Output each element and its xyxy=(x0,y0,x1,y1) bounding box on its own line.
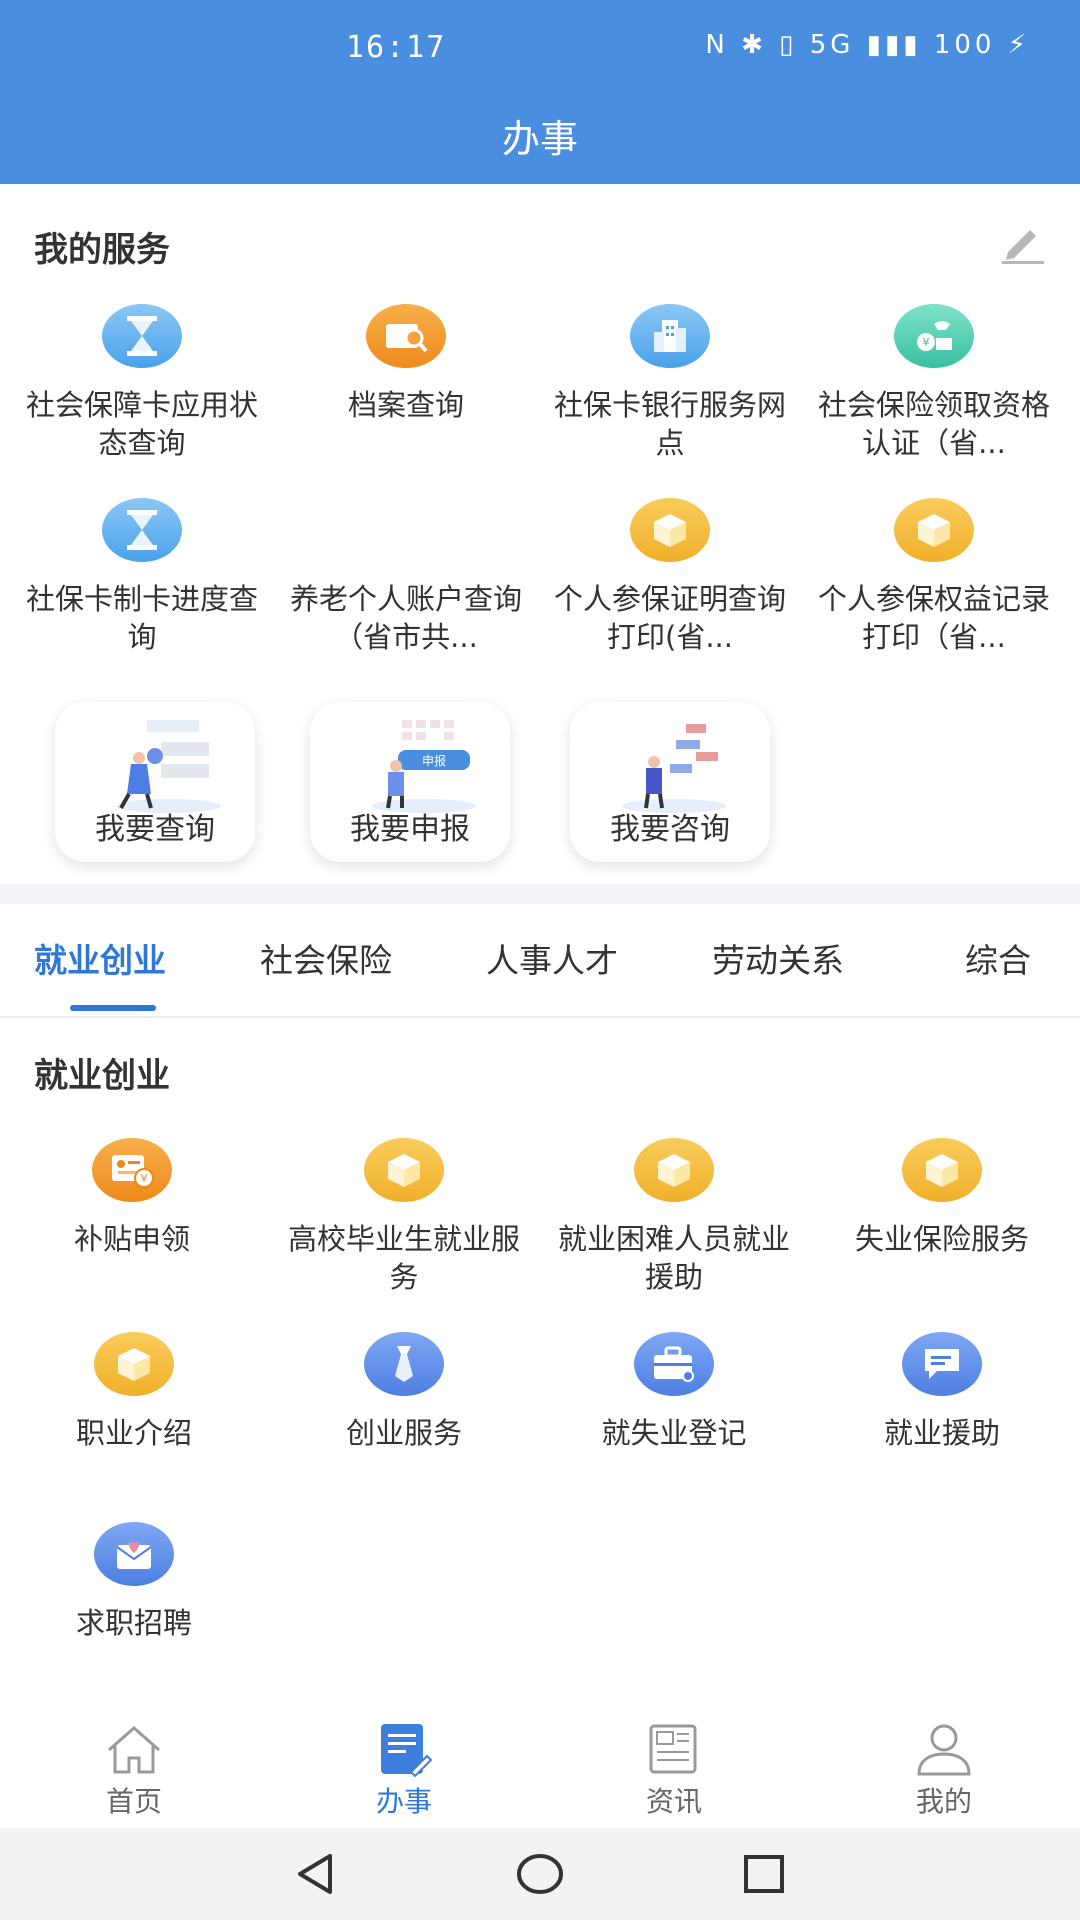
heart-envelope-icon xyxy=(94,1522,174,1586)
declare-tag: 申报 xyxy=(422,753,446,768)
tab-comprehensive[interactable]: 综合 xyxy=(965,934,1031,982)
briefcase-icon xyxy=(634,1332,714,1396)
home-icon xyxy=(108,1726,160,1774)
card-query[interactable]: 我要查询 xyxy=(55,702,255,862)
nav-home[interactable]: 首页 xyxy=(64,1722,204,1820)
chat-icon xyxy=(902,1332,982,1396)
service-label: 就失业登记 xyxy=(601,1416,747,1450)
service-archive-query[interactable]: 档案查询 xyxy=(274,304,538,424)
my-services-title: 我的服务 xyxy=(34,230,170,270)
service-label: 职业介绍 xyxy=(75,1416,192,1450)
page-title: 办事 xyxy=(501,117,578,161)
service-social-card-status[interactable]: 社会保障卡应用状态查询 xyxy=(10,304,274,462)
service-label: 高校毕业生就业服务 xyxy=(287,1222,520,1294)
service-employment-registration[interactable]: 就失业登记 xyxy=(542,1332,806,1452)
box-icon xyxy=(634,1138,714,1202)
tab-employment[interactable]: 就业创业 xyxy=(34,934,166,982)
status-bar: 16:17 N ✱ ▯ 5G ▮▮▮ 100 ⚡ xyxy=(0,30,1080,70)
status-time: 16:17 xyxy=(346,30,447,65)
service-label: 就业援助 xyxy=(883,1416,1000,1450)
box-icon xyxy=(894,498,974,562)
box-icon xyxy=(94,1332,174,1396)
service-label: 社保卡银行服务网点 xyxy=(553,388,786,460)
hourglass-icon xyxy=(102,304,182,368)
service-hardship-assistance[interactable]: 就业困难人员就业援助 xyxy=(542,1138,806,1296)
service-label: 补贴申领 xyxy=(73,1222,190,1256)
back-icon[interactable] xyxy=(294,1852,336,1896)
tab-personnel-talent[interactable]: 人事人才 xyxy=(486,934,618,982)
box-icon xyxy=(902,1138,982,1202)
subsidy-card-icon: ¥ xyxy=(92,1138,172,1202)
declare-illustration: 申报 xyxy=(372,720,476,813)
service-label: 创业服务 xyxy=(345,1416,462,1450)
person-icon xyxy=(917,1724,971,1776)
tab-social-insurance[interactable]: 社会保险 xyxy=(260,934,392,982)
tab-labor-relations[interactable]: 劳动关系 xyxy=(712,934,844,982)
service-job-recruitment[interactable]: 求职招聘 xyxy=(2,1522,266,1642)
service-label: 社会保障卡应用状态查询 xyxy=(25,388,258,460)
service-label: 社会保险领取资格认证（省... xyxy=(817,388,1050,460)
category-tabs: 就业创业 社会保险 人事人才 劳动关系 综合 xyxy=(0,904,1080,1018)
nav-label: 我的 xyxy=(915,1785,972,1818)
card-label: 我要查询 xyxy=(95,812,215,847)
edit-icon[interactable] xyxy=(1000,222,1046,264)
doc-edit-icon xyxy=(381,1724,433,1778)
service-unemployment-insurance[interactable]: 失业保险服务 xyxy=(810,1138,1074,1258)
nav-label: 办事 xyxy=(375,1785,432,1818)
app-header: 16:17 N ✱ ▯ 5G ▮▮▮ 100 ⚡ 办事 xyxy=(0,0,1080,184)
svg-text:¥: ¥ xyxy=(141,1172,148,1185)
recents-icon[interactable] xyxy=(742,1852,786,1896)
service-label: 求职招聘 xyxy=(75,1606,192,1640)
card-label: 我要申报 xyxy=(350,812,470,847)
tie-icon xyxy=(364,1332,444,1396)
service-label: 就业困难人员就业援助 xyxy=(557,1222,790,1294)
service-label: 养老个人账户查询（省市共... xyxy=(289,582,522,654)
card-label: 我要咨询 xyxy=(610,812,730,847)
service-label: 个人参保证明查询打印(省... xyxy=(553,582,786,654)
blank-icon xyxy=(366,498,446,562)
building-icon xyxy=(630,304,710,368)
service-startup[interactable]: 创业服务 xyxy=(272,1332,536,1452)
folder-search-icon xyxy=(366,304,446,368)
svg-text:¥: ¥ xyxy=(923,336,930,349)
service-pension-account[interactable]: 养老个人账户查询（省市共... xyxy=(274,498,538,656)
service-label: 档案查询 xyxy=(347,388,464,422)
service-card-progress[interactable]: 社保卡制卡进度查询 xyxy=(10,498,274,656)
section-divider xyxy=(0,884,1080,904)
service-bank-outlets[interactable]: 社保卡银行服务网点 xyxy=(538,304,802,462)
status-icons: N ✱ ▯ 5G ▮▮▮ 100 ⚡ xyxy=(705,30,1030,60)
service-rights-record[interactable]: 个人参保权益记录打印（省... xyxy=(802,498,1066,656)
service-label: 失业保险服务 xyxy=(854,1222,1029,1256)
box-icon xyxy=(630,498,710,562)
service-label: 社保卡制卡进度查询 xyxy=(25,582,258,654)
nav-label: 资讯 xyxy=(645,1785,702,1818)
service-employment-assistance[interactable]: 就业援助 xyxy=(810,1332,1074,1452)
service-label: 个人参保权益记录打印（省... xyxy=(817,582,1050,654)
news-icon xyxy=(649,1724,697,1774)
pension-hand-icon: ¥ xyxy=(894,304,974,368)
category-title: 就业创业 xyxy=(34,1056,170,1096)
nav-profile[interactable]: 我的 xyxy=(874,1722,1014,1820)
service-insurance-proof[interactable]: 个人参保证明查询打印(省... xyxy=(538,498,802,656)
active-tab-indicator xyxy=(70,1005,156,1011)
consult-illustration xyxy=(622,724,726,813)
service-subsidy[interactable]: ¥ 补贴申领 xyxy=(0,1138,264,1258)
card-declare[interactable]: 申报 我要申报 xyxy=(310,702,510,862)
hourglass-icon xyxy=(102,498,182,562)
nav-label: 首页 xyxy=(105,1785,162,1818)
service-pension-qualification[interactable]: ¥ 社会保险领取资格认证（省... xyxy=(802,304,1066,462)
nav-services[interactable]: 办事 xyxy=(334,1722,474,1820)
box-icon xyxy=(364,1138,444,1202)
service-job-introduction[interactable]: 职业介绍 xyxy=(2,1332,266,1452)
system-navigation-bar xyxy=(0,1828,1080,1920)
home-circle-icon[interactable] xyxy=(516,1852,564,1896)
bottom-navigation: 首页 办事 资讯 我的 xyxy=(0,1712,1080,1828)
query-illustration xyxy=(117,720,221,813)
card-consult[interactable]: 我要咨询 xyxy=(570,702,770,862)
service-graduate-employment[interactable]: 高校毕业生就业服务 xyxy=(272,1138,536,1296)
nav-news[interactable]: 资讯 xyxy=(604,1722,744,1820)
